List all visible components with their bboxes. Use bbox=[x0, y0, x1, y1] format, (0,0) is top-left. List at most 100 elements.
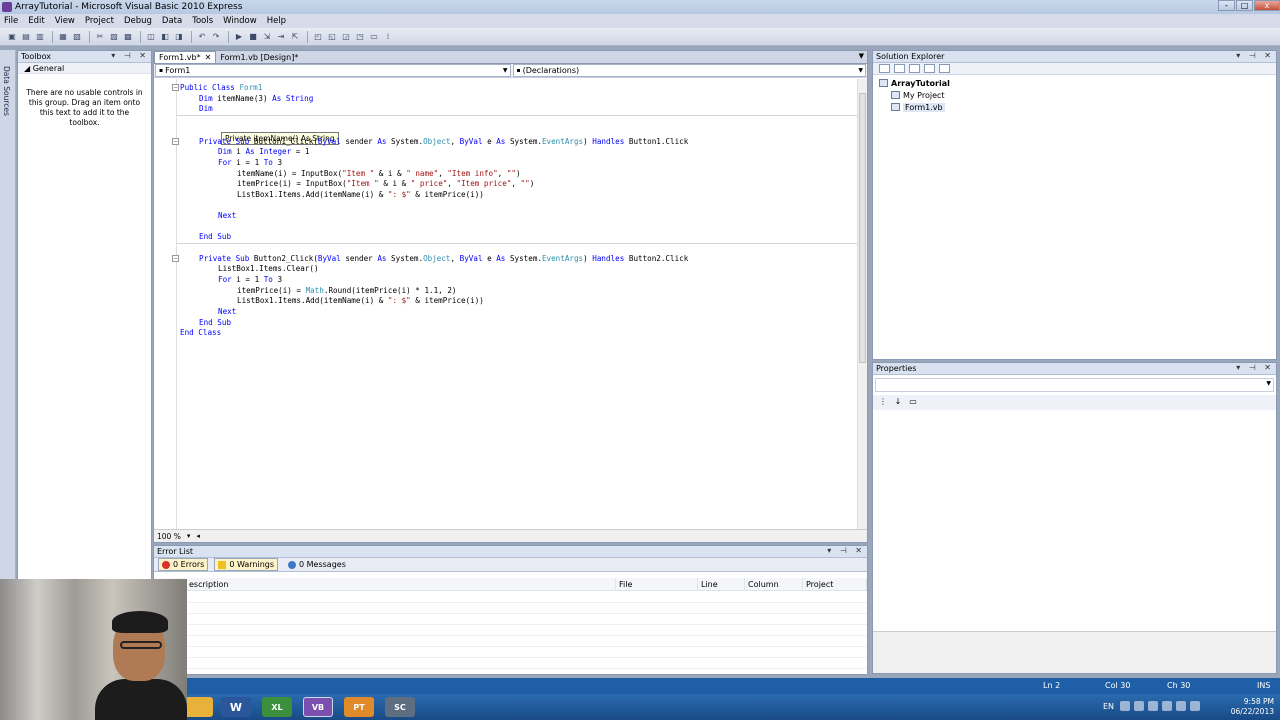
categorized-icon[interactable]: ⋮ bbox=[877, 397, 889, 408]
panel-pin-close-icons[interactable]: ▾ ⊣ ✕ bbox=[111, 51, 149, 60]
screen-capture-icon[interactable]: SC bbox=[385, 697, 415, 717]
word-icon[interactable]: W bbox=[221, 697, 251, 717]
menu-edit[interactable]: Edit bbox=[28, 16, 44, 26]
step-out-icon[interactable]: ⇱ bbox=[289, 31, 301, 43]
network-icon[interactable] bbox=[1162, 701, 1172, 711]
open-file-icon[interactable]: ▥ bbox=[34, 31, 46, 43]
minimize-button[interactable]: - bbox=[1218, 0, 1235, 11]
add-item-icon[interactable]: ▤ bbox=[20, 31, 32, 43]
help-icon[interactable] bbox=[1134, 701, 1144, 711]
excel-icon[interactable]: XL bbox=[262, 697, 292, 717]
toolbox-icon[interactable]: ◳ bbox=[354, 31, 366, 43]
code-text-area[interactable]: − Public Class Form1 Dim itemName(3) As … bbox=[154, 79, 859, 530]
column-project[interactable]: Project bbox=[803, 578, 867, 590]
zoom-level[interactable]: 100 % bbox=[157, 532, 181, 541]
webcam-overlay bbox=[0, 579, 187, 720]
column-column[interactable]: Column bbox=[745, 578, 803, 590]
refresh-icon[interactable] bbox=[909, 64, 920, 73]
step-over-icon[interactable]: ⇥ bbox=[275, 31, 287, 43]
menu-data[interactable]: Data bbox=[162, 16, 182, 26]
chevron-down-icon: ▼ bbox=[858, 67, 863, 74]
tree-node-my-project[interactable]: My Project bbox=[879, 89, 1276, 101]
menu-debug[interactable]: Debug bbox=[124, 16, 152, 26]
start-debugging-icon[interactable]: ▶ bbox=[233, 31, 245, 43]
view-designer-icon[interactable] bbox=[939, 64, 950, 73]
language-indicator[interactable]: EN bbox=[1103, 702, 1114, 711]
panel-pin-close-icons[interactable]: ▾ ⊣ ✕ bbox=[1236, 51, 1274, 60]
toolbar-options-icon[interactable]: ⁞ bbox=[382, 31, 394, 43]
menu-help[interactable]: Help bbox=[267, 16, 286, 26]
code-line: End Class bbox=[180, 328, 222, 337]
keyboard-icon[interactable] bbox=[1120, 701, 1130, 711]
vertical-scrollbar[interactable] bbox=[857, 79, 867, 530]
scroll-left-icon[interactable]: ◂ bbox=[196, 532, 200, 540]
comment-icon[interactable]: ◧ bbox=[159, 31, 171, 43]
messages-filter-button[interactable]: 0 Messages bbox=[284, 558, 350, 571]
zoom-dropdown-icon[interactable]: ▾ bbox=[187, 532, 191, 540]
column-file[interactable]: File bbox=[616, 578, 698, 590]
new-project-icon[interactable]: ▣ bbox=[6, 31, 18, 43]
save-icon[interactable]: ▦ bbox=[57, 31, 69, 43]
column-description[interactable]: escription bbox=[154, 578, 616, 590]
properties-title-bar: Properties ▾ ⊣ ✕ bbox=[873, 363, 1276, 375]
tab-form1-vb[interactable]: Form1.vb* ✕ bbox=[154, 51, 217, 63]
tree-node-project[interactable]: ArrayTutorial bbox=[879, 77, 1276, 89]
find-icon[interactable]: ◫ bbox=[145, 31, 157, 43]
paste-icon[interactable]: ▩ bbox=[122, 31, 134, 43]
undo-icon[interactable]: ↶ bbox=[196, 31, 208, 43]
method-name-combo[interactable]: ▪ (Declarations) ▼ bbox=[512, 64, 866, 77]
menu-project[interactable]: Project bbox=[85, 16, 114, 26]
properties-window-icon[interactable]: ◱ bbox=[326, 31, 338, 43]
toolbox-group-general[interactable]: ◢ General bbox=[18, 63, 151, 74]
flag-icon[interactable] bbox=[1148, 701, 1158, 711]
solution-explorer-icon[interactable]: ◰ bbox=[312, 31, 324, 43]
cut-icon[interactable]: ✂ bbox=[94, 31, 106, 43]
file-explorer-icon[interactable] bbox=[183, 697, 213, 717]
collapse-icon[interactable]: − bbox=[172, 138, 179, 145]
menu-tools[interactable]: Tools bbox=[192, 16, 213, 26]
save-all-icon[interactable]: ▧ bbox=[71, 31, 83, 43]
property-pages-icon[interactable]: ▭ bbox=[907, 397, 919, 408]
class-name-combo[interactable]: ▪ Form1 ▼ bbox=[155, 64, 511, 77]
collapse-icon[interactable]: − bbox=[172, 255, 179, 262]
power-icon[interactable] bbox=[1190, 701, 1200, 711]
step-into-icon[interactable]: ⇲ bbox=[261, 31, 273, 43]
object-selector-combo[interactable]: ▼ bbox=[875, 378, 1274, 392]
errors-filter-button[interactable]: 0 Errors bbox=[158, 558, 209, 571]
data-sources-tab[interactable]: Data Sources bbox=[2, 66, 11, 116]
code-line: Dim itemName(3) As String bbox=[199, 94, 314, 103]
tab-form1-design[interactable]: Form1.vb [Design]* bbox=[216, 51, 302, 63]
clock[interactable]: 9:58 PM 06/22/2013 bbox=[1231, 697, 1274, 717]
tab-dropdown-icon[interactable]: ▼ bbox=[859, 52, 864, 60]
stop-debugging-icon[interactable]: ■ bbox=[247, 31, 259, 43]
property-description-area bbox=[873, 631, 1276, 673]
uncomment-icon[interactable]: ◨ bbox=[173, 31, 185, 43]
code-line: ListBox1.Items.Clear() bbox=[218, 264, 319, 273]
paint-tool-icon[interactable]: PT bbox=[344, 697, 374, 717]
collapse-icon[interactable]: − bbox=[172, 84, 179, 91]
close-button[interactable]: x bbox=[1254, 0, 1280, 11]
copy-icon[interactable]: ▨ bbox=[108, 31, 120, 43]
maximize-button[interactable]: □ bbox=[1236, 0, 1253, 11]
alphabetical-icon[interactable]: ↓ bbox=[892, 397, 904, 408]
error-list-icon[interactable]: ▭ bbox=[368, 31, 380, 43]
tree-node-form1[interactable]: Form1.vb bbox=[879, 101, 1276, 113]
menu-file[interactable]: File bbox=[4, 16, 18, 26]
volume-icon[interactable] bbox=[1176, 701, 1186, 711]
scrollbar-thumb[interactable] bbox=[859, 93, 866, 363]
object-browser-icon[interactable]: ◲ bbox=[340, 31, 352, 43]
menu-window[interactable]: Window bbox=[223, 16, 257, 26]
view-code-icon[interactable] bbox=[924, 64, 935, 73]
menu-view[interactable]: View bbox=[55, 16, 75, 26]
properties-icon[interactable] bbox=[879, 64, 890, 73]
close-tab-icon[interactable]: ✕ bbox=[205, 53, 212, 62]
warnings-filter-button[interactable]: 0 Warnings bbox=[214, 558, 279, 571]
toolbox-panel: Toolbox ▾ ⊣ ✕ ◢ General There are no usa… bbox=[17, 50, 152, 580]
redo-icon[interactable]: ↷ bbox=[210, 31, 222, 43]
panel-pin-close-icons[interactable]: ▾ ⊣ ✕ bbox=[827, 546, 865, 555]
column-line[interactable]: Line bbox=[698, 578, 745, 590]
code-line: Dim bbox=[199, 104, 213, 113]
visual-basic-taskbar-icon[interactable]: VB bbox=[303, 697, 333, 717]
show-all-files-icon[interactable] bbox=[894, 64, 905, 73]
panel-pin-close-icons[interactable]: ▾ ⊣ ✕ bbox=[1236, 363, 1274, 372]
